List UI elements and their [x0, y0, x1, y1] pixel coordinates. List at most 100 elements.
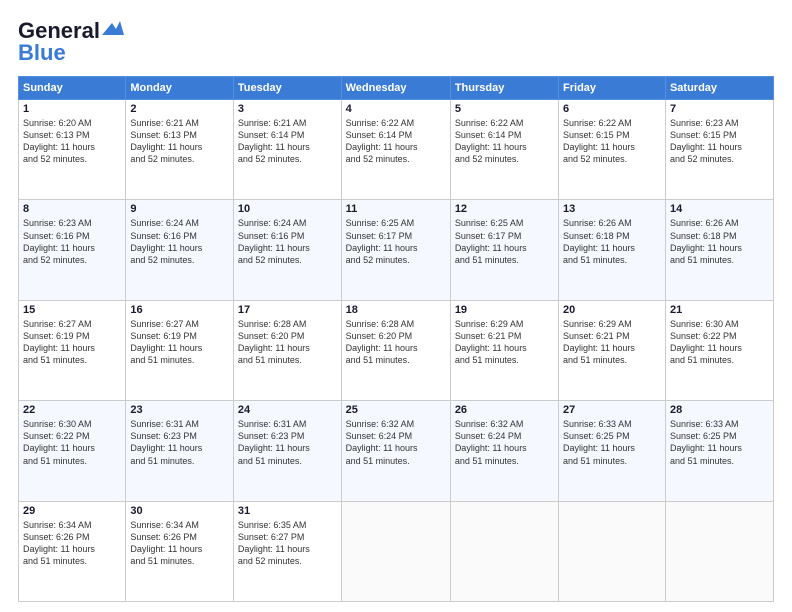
day-number: 8 — [23, 203, 121, 215]
day-info: Sunrise: 6:21 AMSunset: 6:14 PMDaylight:… — [238, 117, 337, 166]
calendar-week-4: 22 Sunrise: 6:30 AMSunset: 6:22 PMDayligh… — [19, 401, 774, 501]
calendar-week-5: 29 Sunrise: 6:34 AMSunset: 6:26 PMDayligh… — [19, 501, 774, 601]
day-info: Sunrise: 6:22 AMSunset: 6:14 PMDaylight:… — [455, 117, 554, 166]
calendar-cell: 3 Sunrise: 6:21 AMSunset: 6:14 PMDaylight… — [233, 100, 341, 200]
day-info: Sunrise: 6:29 AMSunset: 6:21 PMDaylight:… — [455, 318, 554, 367]
day-info: Sunrise: 6:31 AMSunset: 6:23 PMDaylight:… — [238, 418, 337, 467]
page: General Blue SundayMondayTuesdayWednesda… — [0, 0, 792, 612]
calendar-cell: 22 Sunrise: 6:30 AMSunset: 6:22 PMDayligh… — [19, 401, 126, 501]
day-info: Sunrise: 6:33 AMSunset: 6:25 PMDaylight:… — [563, 418, 661, 467]
calendar-header-tuesday: Tuesday — [233, 77, 341, 100]
day-number: 17 — [238, 304, 337, 316]
day-info: Sunrise: 6:24 AMSunset: 6:16 PMDaylight:… — [238, 217, 337, 266]
calendar-cell — [665, 501, 773, 601]
day-number: 20 — [563, 304, 661, 316]
calendar-header-wednesday: Wednesday — [341, 77, 450, 100]
day-number: 3 — [238, 103, 337, 115]
calendar-cell: 9Sunrise: 6:24 AMSunset: 6:16 PMDaylight… — [126, 200, 234, 300]
day-info: Sunrise: 6:28 AMSunset: 6:20 PMDaylight:… — [346, 318, 446, 367]
calendar-cell: 17 Sunrise: 6:28 AMSunset: 6:20 PMDayligh… — [233, 300, 341, 400]
day-number: 4 — [346, 103, 446, 115]
day-number: 25 — [346, 404, 446, 416]
day-info: Sunrise: 6:23 AMSunset: 6:16 PMDaylight:… — [23, 217, 121, 266]
calendar-table: SundayMondayTuesdayWednesdayThursdayFrid… — [18, 76, 774, 602]
day-info: Sunrise: 6:35 AMSunset: 6:27 PMDaylight:… — [238, 519, 337, 568]
calendar-cell: 31 Sunrise: 6:35 AMSunset: 6:27 PMDayligh… — [233, 501, 341, 601]
day-number: 15 — [23, 304, 121, 316]
calendar-cell: 5 Sunrise: 6:22 AMSunset: 6:14 PMDaylight… — [450, 100, 558, 200]
calendar-week-3: 15 Sunrise: 6:27 AMSunset: 6:19 PMDayligh… — [19, 300, 774, 400]
day-info: Sunrise: 6:29 AMSunset: 6:21 PMDaylight:… — [563, 318, 661, 367]
calendar-cell — [341, 501, 450, 601]
logo-blue: Blue — [18, 40, 66, 66]
calendar-week-1: 1 Sunrise: 6:20 AMSunset: 6:13 PMDaylight… — [19, 100, 774, 200]
calendar-cell: 14 Sunrise: 6:26 AMSunset: 6:18 PMDayligh… — [665, 200, 773, 300]
calendar-cell — [559, 501, 666, 601]
day-number: 11 — [346, 203, 446, 215]
calendar-cell: 8 Sunrise: 6:23 AMSunset: 6:16 PMDaylight… — [19, 200, 126, 300]
calendar-header-thursday: Thursday — [450, 77, 558, 100]
calendar-header-friday: Friday — [559, 77, 666, 100]
calendar-header-sunday: Sunday — [19, 77, 126, 100]
calendar-header-monday: Monday — [126, 77, 234, 100]
day-number: 21 — [670, 304, 769, 316]
day-number: 26 — [455, 404, 554, 416]
logo: General Blue — [18, 18, 124, 66]
day-number: 31 — [238, 505, 337, 517]
day-number: 13 — [563, 203, 661, 215]
day-number: 7 — [670, 103, 769, 115]
day-number: 12 — [455, 203, 554, 215]
day-info: Sunrise: 6:34 AMSunset: 6:26 PMDaylight:… — [130, 519, 229, 568]
calendar-cell — [450, 501, 558, 601]
calendar-cell: 30 Sunrise: 6:34 AMSunset: 6:26 PMDayligh… — [126, 501, 234, 601]
day-info: Sunrise: 6:27 AMSunset: 6:19 PMDaylight:… — [130, 318, 229, 367]
day-number: 2 — [130, 103, 229, 115]
calendar-cell: 12Sunrise: 6:25 AMSunset: 6:17 PMDayligh… — [450, 200, 558, 300]
calendar-header-row: SundayMondayTuesdayWednesdayThursdayFrid… — [19, 77, 774, 100]
calendar-cell: 19Sunrise: 6:29 AMSunset: 6:21 PMDayligh… — [450, 300, 558, 400]
day-info: Sunrise: 6:30 AMSunset: 6:22 PMDaylight:… — [670, 318, 769, 367]
calendar-cell: 16Sunrise: 6:27 AMSunset: 6:19 PMDayligh… — [126, 300, 234, 400]
calendar-header-saturday: Saturday — [665, 77, 773, 100]
day-number: 30 — [130, 505, 229, 517]
day-number: 24 — [238, 404, 337, 416]
calendar-cell: 27 Sunrise: 6:33 AMSunset: 6:25 PMDayligh… — [559, 401, 666, 501]
calendar-cell: 2 Sunrise: 6:21 AMSunset: 6:13 PMDaylight… — [126, 100, 234, 200]
day-info: Sunrise: 6:32 AMSunset: 6:24 PMDaylight:… — [455, 418, 554, 467]
calendar-cell: 20 Sunrise: 6:29 AMSunset: 6:21 PMDayligh… — [559, 300, 666, 400]
day-number: 14 — [670, 203, 769, 215]
calendar-cell: 7 Sunrise: 6:23 AMSunset: 6:15 PMDaylight… — [665, 100, 773, 200]
calendar-cell: 26 Sunrise: 6:32 AMSunset: 6:24 PMDayligh… — [450, 401, 558, 501]
day-info: Sunrise: 6:32 AMSunset: 6:24 PMDaylight:… — [346, 418, 446, 467]
calendar-cell: 13 Sunrise: 6:26 AMSunset: 6:18 PMDayligh… — [559, 200, 666, 300]
day-info: Sunrise: 6:25 AMSunset: 6:17 PMDaylight:… — [346, 217, 446, 266]
day-number: 18 — [346, 304, 446, 316]
day-info: Sunrise: 6:30 AMSunset: 6:22 PMDaylight:… — [23, 418, 121, 467]
day-info: Sunrise: 6:26 AMSunset: 6:18 PMDaylight:… — [670, 217, 769, 266]
calendar-cell: 6Sunrise: 6:22 AMSunset: 6:15 PMDaylight… — [559, 100, 666, 200]
calendar-cell: 11 Sunrise: 6:25 AMSunset: 6:17 PMDayligh… — [341, 200, 450, 300]
day-number: 1 — [23, 103, 121, 115]
day-number: 6 — [563, 103, 661, 115]
calendar-cell: 18 Sunrise: 6:28 AMSunset: 6:20 PMDayligh… — [341, 300, 450, 400]
day-info: Sunrise: 6:28 AMSunset: 6:20 PMDaylight:… — [238, 318, 337, 367]
day-info: Sunrise: 6:23 AMSunset: 6:15 PMDaylight:… — [670, 117, 769, 166]
day-info: Sunrise: 6:27 AMSunset: 6:19 PMDaylight:… — [23, 318, 121, 367]
day-info: Sunrise: 6:20 AMSunset: 6:13 PMDaylight:… — [23, 117, 121, 166]
calendar-cell: 15 Sunrise: 6:27 AMSunset: 6:19 PMDayligh… — [19, 300, 126, 400]
day-number: 22 — [23, 404, 121, 416]
calendar-cell: 28Sunrise: 6:33 AMSunset: 6:25 PMDayligh… — [665, 401, 773, 501]
calendar-cell: 23Sunrise: 6:31 AMSunset: 6:23 PMDayligh… — [126, 401, 234, 501]
day-number: 10 — [238, 203, 337, 215]
day-info: Sunrise: 6:34 AMSunset: 6:26 PMDaylight:… — [23, 519, 121, 568]
calendar-cell: 4 Sunrise: 6:22 AMSunset: 6:14 PMDaylight… — [341, 100, 450, 200]
day-info: Sunrise: 6:22 AMSunset: 6:14 PMDaylight:… — [346, 117, 446, 166]
calendar-cell: 1 Sunrise: 6:20 AMSunset: 6:13 PMDaylight… — [19, 100, 126, 200]
day-number: 5 — [455, 103, 554, 115]
day-info: Sunrise: 6:31 AMSunset: 6:23 PMDaylight:… — [130, 418, 229, 467]
day-info: Sunrise: 6:26 AMSunset: 6:18 PMDaylight:… — [563, 217, 661, 266]
calendar-cell: 21 Sunrise: 6:30 AMSunset: 6:22 PMDayligh… — [665, 300, 773, 400]
day-number: 29 — [23, 505, 121, 517]
day-info: Sunrise: 6:21 AMSunset: 6:13 PMDaylight:… — [130, 117, 229, 166]
day-number: 27 — [563, 404, 661, 416]
